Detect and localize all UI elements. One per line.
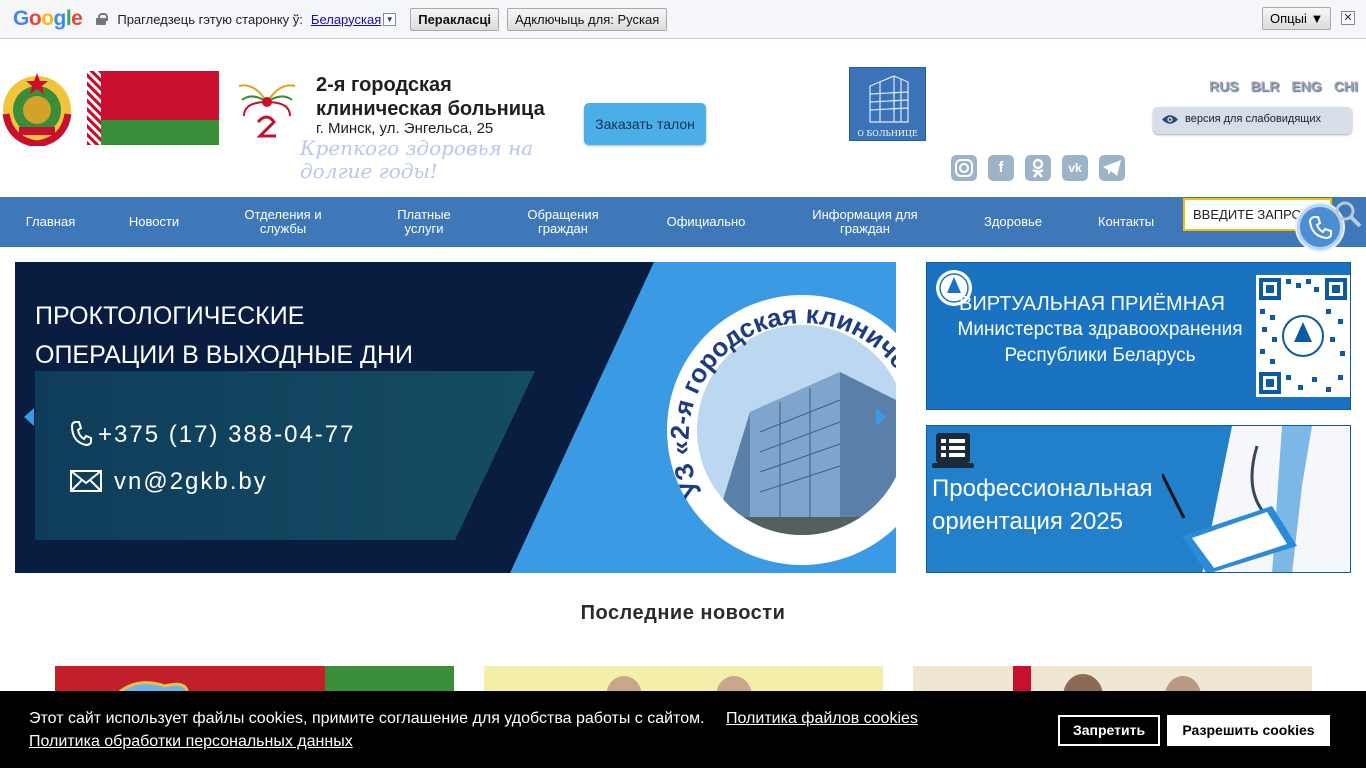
hospital-address: г. Минск, ул. Энгельса, 25 <box>316 120 494 137</box>
news-section-title: Последние новости <box>580 602 786 624</box>
facebook-icon[interactable]: f <box>988 155 1014 181</box>
deny-cookies-button[interactable]: Запретить <box>1058 715 1160 746</box>
search-icon[interactable] <box>1334 200 1362 228</box>
slider-prev-arrow[interactable] <box>24 408 34 426</box>
odnoklassniki-icon[interactable] <box>1025 155 1051 181</box>
emblem-icon <box>2 73 72 146</box>
allow-cookies-button[interactable]: Разрешить cookies <box>1167 715 1330 746</box>
virtual-reception-subtitle-2: Республики Беларусь <box>1004 345 1196 366</box>
vk-icon[interactable]: vk <box>1062 155 1088 181</box>
close-icon[interactable]: ✕ <box>1341 11 1355 25</box>
translate-bar: Google Прагледзець гэтую старонку ў: Бел… <box>0 0 1366 39</box>
prof-orientation-banner[interactable]: Профессиональная ориентация 2025 <box>926 425 1351 573</box>
banner-email: vn@2gkb.by <box>70 468 268 496</box>
virtual-reception-title: ВИРТУАЛЬНАЯ ПРИЁМНАЯ <box>959 293 1225 315</box>
belarus-flag <box>87 71 219 145</box>
translate-button[interactable]: Перакласці <box>410 7 499 31</box>
nav-item-home[interactable]: Главная <box>12 197 89 247</box>
qr-code-icon <box>1256 275 1350 397</box>
cookie-consent-bar: Этот сайт использует файлы cookies, прим… <box>0 691 1366 768</box>
hospital-logo-icon <box>238 84 296 138</box>
lang-blr[interactable]: BLR <box>1251 78 1280 94</box>
instagram-icon[interactable] <box>951 155 977 181</box>
slogan: Крепкого здоровья на долгие годы! <box>300 136 534 183</box>
banner-phone: +375 (17) 388-04-77 <box>70 420 356 449</box>
main-nav: Главная Новости Отделения и службы Платн… <box>0 197 1366 247</box>
nav-item-official[interactable]: Официально <box>656 197 756 247</box>
nav-item-paid-services[interactable]: Платные услуги <box>382 197 466 247</box>
about-hospital-link[interactable]: О БОЛЬНИЦЕ <box>849 67 926 141</box>
contact-card <box>35 371 535 540</box>
virtual-reception-subtitle: Министерства здравоохранения <box>957 319 1243 340</box>
low-vision-label: версия для слабовидящих <box>1185 113 1321 125</box>
banner-title: ПРОКТОЛОГИЧЕСКИЕ ОПЕРАЦИИ В ВЫХОДНЫЕ ДНИ <box>35 302 414 369</box>
chevron-down-icon[interactable]: ▼ <box>383 12 397 26</box>
translate-language-select[interactable]: Беларуская <box>311 12 381 27</box>
cookie-policy-link[interactable]: Политика файлов cookies <box>726 710 918 728</box>
nav-item-health[interactable]: Здоровье <box>970 197 1056 247</box>
doctor-illustration <box>1162 426 1350 572</box>
translate-options-button[interactable]: Опцыі ▼ <box>1262 7 1332 30</box>
nav-item-news[interactable]: Новости <box>114 197 194 247</box>
building-icon <box>869 75 909 123</box>
google-logo: Google <box>13 7 83 30</box>
translate-prompt: Прагледзець гэтую старонку ў: <box>117 11 303 27</box>
phone-icon <box>70 421 92 447</box>
low-vision-version-button[interactable]: версия для слабовидящих <box>1153 107 1352 134</box>
telegram-icon[interactable] <box>1099 155 1125 181</box>
language-switcher: RUS BLR ENG CHI <box>1209 78 1358 94</box>
document-icon <box>932 433 974 468</box>
nav-item-citizens-info[interactable]: Информация для граждан <box>794 197 936 247</box>
mail-icon <box>70 470 102 492</box>
eye-icon <box>1162 115 1178 124</box>
social-links: f vk <box>951 155 1125 181</box>
hospital-name: 2-я городская клиническая больница <box>316 74 545 120</box>
slider-next-arrow[interactable] <box>876 408 886 426</box>
nav-item-contacts[interactable]: Контакты <box>1084 197 1168 247</box>
nav-item-appeals[interactable]: Обращения граждан <box>508 197 618 247</box>
personal-data-policy-link[interactable]: Политика обработки персональных данных <box>29 733 353 751</box>
about-hospital-label: О БОЛЬНИЦЕ <box>857 129 918 138</box>
lang-rus[interactable]: RUS <box>1209 78 1239 94</box>
hospital-photo-circle: УЗ «2-я городская клиническая больница» … <box>660 282 896 565</box>
disable-translate-button[interactable]: Адключыць для: Руская <box>506 7 668 31</box>
order-ticket-button[interactable]: Заказать талон <box>584 103 706 145</box>
lang-eng[interactable]: ENG <box>1291 78 1321 94</box>
virtual-reception-banner[interactable]: ВИРТУАЛЬНАЯ ПРИЁМНАЯ Министерства здраво… <box>926 262 1351 410</box>
lang-chi[interactable]: CHI <box>1334 78 1358 94</box>
nav-item-departments[interactable]: Отделения и службы <box>230 197 336 247</box>
lock-icon <box>96 13 109 25</box>
cookie-message: Этот сайт использует файлы cookies, прим… <box>29 710 705 727</box>
prof-orientation-title: Профессиональная ориентация 2025 <box>932 475 1153 535</box>
promo-banner[interactable]: ПРОКТОЛОГИЧЕСКИЕ ОПЕРАЦИИ В ВЫХОДНЫЕ ДНИ… <box>15 262 896 573</box>
